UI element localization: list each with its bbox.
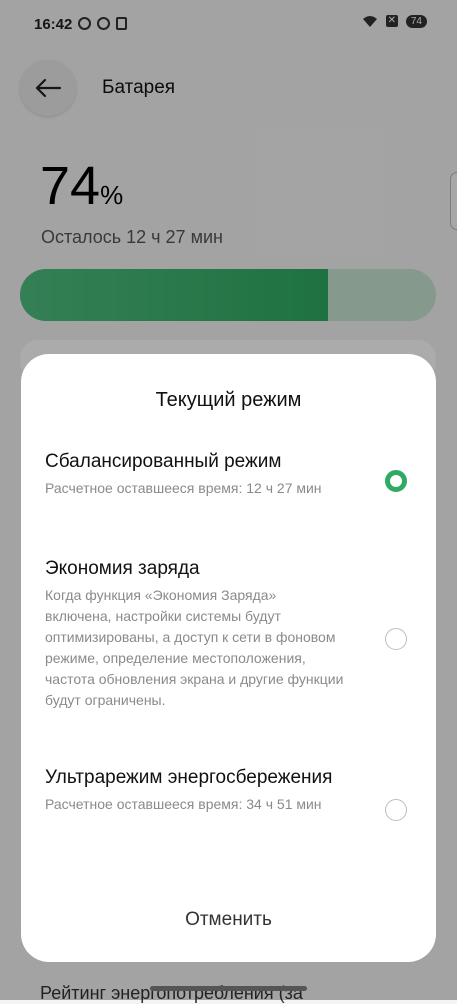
- option-title: Ультрарежим энергосбережения: [45, 767, 333, 788]
- cancel-button[interactable]: Отменить: [21, 909, 436, 931]
- radio-ultra-saving[interactable]: [385, 799, 407, 821]
- option-power-saving[interactable]: Экономия заряда Когда функция «Экономия …: [45, 555, 415, 711]
- option-title: Сбалансированный режим: [45, 451, 282, 472]
- home-indicator[interactable]: [150, 986, 307, 991]
- radio-balanced[interactable]: [385, 470, 407, 492]
- radio-power-saving[interactable]: [385, 628, 407, 650]
- option-balanced[interactable]: Сбалансированный режим Расчетное оставше…: [45, 448, 415, 499]
- option-description: Расчетное оставшееся время: 34 ч 51 мин: [45, 796, 322, 812]
- option-description: Расчетное оставшееся время: 12 ч 27 мин: [45, 480, 322, 496]
- mode-dialog: Текущий режим Сбалансированный режим Рас…: [21, 354, 436, 962]
- option-title: Экономия заряда: [45, 558, 200, 579]
- option-ultra-saving[interactable]: Ультрарежим энергосбережения Расчетное о…: [45, 764, 415, 821]
- dialog-title: Текущий режим: [155, 389, 302, 411]
- option-description: Когда функция «Экономия Заряда» включена…: [45, 587, 344, 708]
